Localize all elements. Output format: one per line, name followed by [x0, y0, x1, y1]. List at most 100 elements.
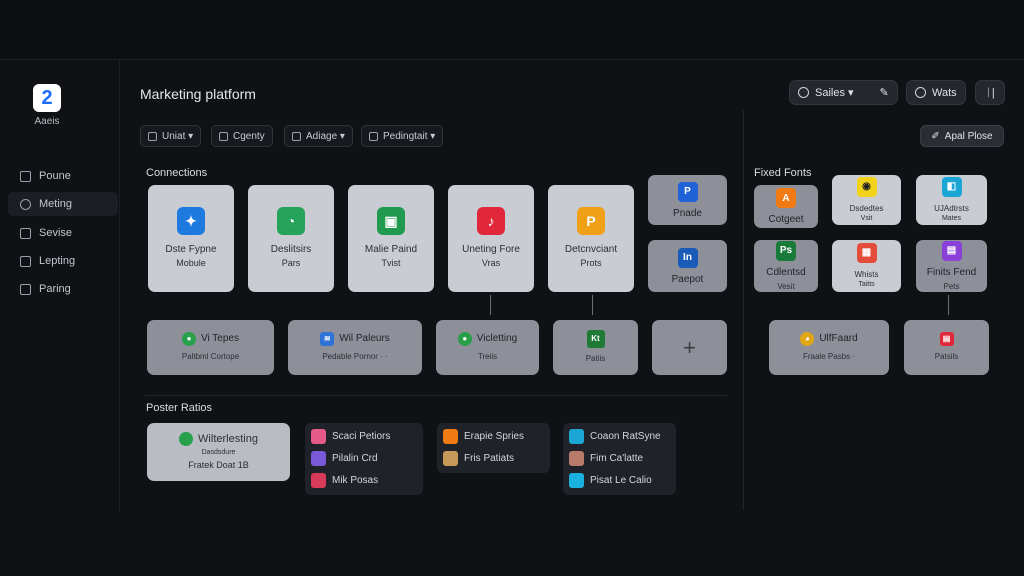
connection-card-small[interactable]: In Paepot — [648, 240, 727, 292]
card-title: Detcnvciant — [564, 244, 618, 255]
connections-title: Connections — [146, 167, 208, 179]
card-title: Dsdedtes — [849, 203, 884, 213]
sales-dropdown[interactable]: Sailes ▾ ✎ — [789, 80, 898, 105]
poster-label: Erapie Spries — [464, 430, 525, 442]
card-icon-row: ▤ — [939, 332, 954, 346]
app-icon: ◔ — [277, 207, 305, 235]
font-card[interactable]: ▦ Whists Taitts — [832, 240, 901, 292]
card-subtitle: Paltbml Cortope — [181, 352, 240, 361]
sidebar-item-label: Meting — [39, 198, 73, 210]
poster-item[interactable]: Mik Posas — [305, 469, 423, 491]
connection-card-small[interactable]: P Pnade — [648, 175, 727, 225]
sidebar-item-meting[interactable]: Meting — [8, 192, 118, 216]
filter-adiage[interactable]: Adiage ▾ — [284, 125, 353, 147]
card-subtitle: Mobule — [176, 258, 206, 268]
poster-item[interactable]: Coaon RatSyne — [563, 425, 676, 447]
edit-icon[interactable]: ✎ — [880, 86, 889, 99]
connection-card[interactable]: ◔ Deslitsirs Pars — [248, 185, 334, 292]
wats-button[interactable]: Wats — [906, 80, 966, 105]
plus-icon: + — [683, 334, 696, 360]
connection-card[interactable]: ✦ Dste Fypne Mobule — [148, 185, 234, 292]
sidebar-item-lepting[interactable]: Lepting — [8, 249, 118, 273]
filter-pedingtait[interactable]: Pedingtait ▾ — [361, 125, 444, 147]
poster-group: Scaci Petiors Pilalin Crd Mik Posas — [305, 423, 423, 495]
sidebar-item-sevise[interactable]: Sevise — [8, 221, 118, 245]
font-card[interactable]: ◧ UJAdtrsts Mates — [916, 175, 987, 225]
card-subtitle: Pedable Pornor · · — [322, 352, 388, 361]
card-caption: Fratek Doat 1B — [188, 460, 249, 470]
workflow-card[interactable]: ● Vi Tepes Paltbml Cortope — [147, 320, 274, 375]
poster-group: Coaon RatSyne Fim Ca'latte Pisat Le Cali… — [563, 423, 676, 495]
poster-thumb — [311, 450, 326, 466]
card-title: Cotgeet — [768, 214, 804, 225]
service-icon — [20, 227, 31, 239]
circle-icon — [915, 87, 926, 98]
workflow-card[interactable]: ● Vicletting Treiis — [436, 320, 539, 375]
poster-item[interactable]: Pisat Le Calio — [563, 469, 676, 491]
connection-card[interactable]: ▣ Malie Paind Tvist — [348, 185, 434, 292]
app-icon: A — [776, 188, 796, 208]
poster-item[interactable]: Scaci Petiors — [305, 425, 423, 447]
poster-item[interactable]: Fris Patiats — [437, 447, 550, 469]
app-icon: In — [677, 247, 698, 268]
card-subtitle: Fraale Pasbs · — [802, 352, 856, 361]
connection-card[interactable]: ♪ Uneting Fore Vras — [448, 185, 534, 292]
lock-icon — [20, 283, 31, 295]
card-subtitle: Taitts — [858, 280, 875, 288]
font-card[interactable]: Ps Cdlentsd Vesit — [754, 240, 818, 292]
card-subtitle: Vesit — [777, 281, 795, 291]
workflow-card[interactable]: Kt Patiis — [553, 320, 638, 375]
page-title: Marketing platform — [140, 86, 256, 102]
card-title-text: Vi Tepes — [201, 333, 239, 344]
sidebar-item-paring[interactable]: Paring — [8, 277, 118, 301]
font-workflow-card[interactable]: ▤ Patsils — [904, 320, 989, 375]
connection-card[interactable]: P Detcnvciant Prots — [548, 185, 634, 292]
poster-feature-card[interactable]: Wilterlesting Dasdsdure Fratek Doat 1B — [147, 423, 290, 481]
sidebar: 2 Aaeis Poune Meting Sevise Lepting Pari… — [0, 60, 120, 512]
font-card[interactable]: ▤ Finits Fend Pets — [916, 240, 987, 292]
chrome-icon: ◕ — [800, 332, 815, 346]
options-icon-button[interactable]: ᛁ| — [975, 80, 1005, 105]
top-bar — [0, 0, 1024, 60]
filter-icon — [148, 131, 157, 141]
card-title: ● Vicletting — [457, 332, 518, 346]
sidebar-item-label: Sevise — [39, 227, 73, 239]
card-subtitle: Patiis — [585, 354, 606, 363]
card-title: Finits Fend — [926, 266, 977, 278]
filter-uniat[interactable]: Uniat ▾ — [140, 125, 202, 147]
filter-icon — [219, 131, 228, 141]
card-title: Malie Paind — [364, 244, 418, 255]
workflow-card[interactable]: ≋ Wil Paleurs Pedable Pornor · · — [288, 320, 422, 375]
poster-thumb — [311, 428, 326, 444]
filter-icon — [369, 131, 378, 141]
circle-icon — [798, 87, 809, 98]
font-card[interactable]: A Cotgeet — [754, 185, 818, 228]
filter-label: Pedingtait ▾ — [383, 130, 436, 142]
apply-button[interactable]: ✐ Apal Plose — [920, 125, 1004, 147]
card-title: ≋ Wil Paleurs — [320, 332, 390, 346]
wand-icon: ✐ — [931, 130, 940, 142]
card-subtitle: Pars — [281, 258, 301, 268]
card-title: Dste Fypne — [165, 244, 217, 255]
filter-cgenty[interactable]: Cgenty — [211, 125, 273, 147]
font-workflow-card[interactable]: ◕ UlfFaard Fraale Pasbs · — [769, 320, 889, 375]
card-subtitle: Pets — [943, 281, 960, 291]
add-connection-button[interactable]: + — [652, 320, 727, 375]
card-title-text: Vicletting — [476, 333, 518, 344]
poster-thumb — [569, 428, 584, 444]
card-title-text: Wilterlesting — [198, 433, 258, 445]
poster-label: Pilalin Crd — [332, 452, 378, 464]
section-divider — [145, 395, 727, 396]
poster-item[interactable]: Erapie Spries — [437, 425, 550, 447]
poster-item[interactable]: Pilalin Crd — [305, 447, 423, 469]
poster-item[interactable]: Fim Ca'latte — [563, 447, 676, 469]
card-title: Deslitsirs — [270, 244, 312, 255]
sidebar-item-poune[interactable]: Poune — [8, 164, 118, 188]
app-logo[interactable]: 2 — [33, 84, 61, 112]
poster-label: Fris Patiats — [464, 452, 515, 464]
app-icon: Ps — [776, 240, 796, 261]
filter-label: Uniat ▾ — [162, 130, 194, 142]
card-title: Cdlentsd — [766, 266, 806, 278]
font-card[interactable]: ◉ Dsdedtes Vsit — [832, 175, 901, 225]
poster-thumb — [569, 472, 584, 488]
